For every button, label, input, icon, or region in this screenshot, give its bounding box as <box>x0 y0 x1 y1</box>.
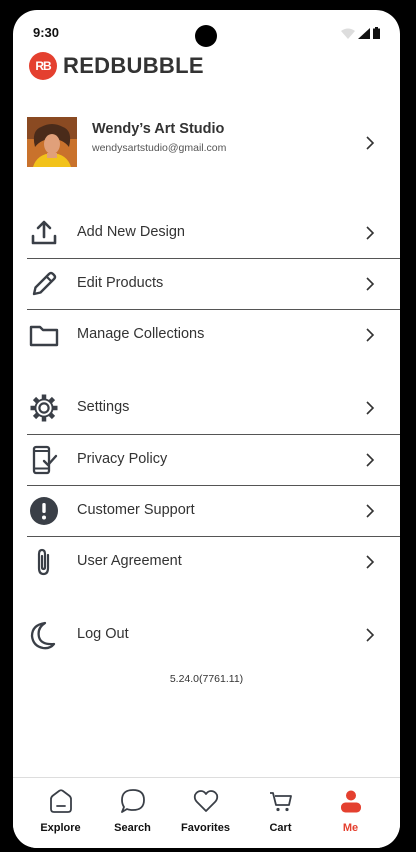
menu-label: Log Out <box>77 626 129 642</box>
tab-favorites[interactable]: Favorites <box>167 778 244 848</box>
brand-logo: RB REDBUBBLE <box>29 52 204 80</box>
profile-row[interactable]: Wendy’s Art Studio wendysartstudio@gmail… <box>13 112 400 172</box>
menu-item-edit-products[interactable]: Edit Products <box>13 259 400 309</box>
tab-cart[interactable]: Cart <box>242 778 319 848</box>
home-icon <box>50 789 72 813</box>
menu-item-settings[interactable]: Settings <box>13 383 400 433</box>
cart-icon <box>270 792 292 812</box>
menu-label: User Agreement <box>77 553 182 569</box>
tab-search[interactable]: Search <box>94 778 171 848</box>
menu-item-user-agreement[interactable]: User Agreement <box>13 537 400 587</box>
chevron-right-icon <box>366 628 375 642</box>
chevron-right-icon <box>366 328 375 342</box>
gear-icon <box>30 394 58 422</box>
chevron-right-icon <box>366 136 375 150</box>
profile-name: Wendy’s Art Studio <box>92 121 225 137</box>
tab-label: Me <box>342 822 359 834</box>
menu-item-customer-support[interactable]: Customer Support <box>13 486 400 536</box>
menu-item-manage-collections[interactable]: Manage Collections <box>13 310 400 360</box>
chevron-right-icon <box>366 277 375 291</box>
avatar <box>27 117 77 167</box>
folder-icon <box>29 325 59 347</box>
phone-check-icon <box>32 445 58 475</box>
signal-icon <box>358 27 370 39</box>
tab-explore[interactable]: Explore <box>22 778 99 848</box>
menu-label: Settings <box>77 399 130 415</box>
menu-item-add-new-design[interactable]: Add New Design <box>13 208 400 258</box>
status-bar: 9:30 <box>13 10 400 50</box>
chat-bubble-icon <box>121 789 145 813</box>
status-time: 9:30 <box>33 25 60 40</box>
pencil-icon <box>32 271 57 296</box>
menu-item-privacy-policy[interactable]: Privacy Policy <box>13 435 400 485</box>
menu-label: Edit Products <box>77 275 164 291</box>
tab-me[interactable]: Me <box>312 778 389 848</box>
phone-screen: 9:30 RB REDBUBBLE Wendy’s Art Studio wen… <box>13 10 400 848</box>
status-icons <box>341 27 380 39</box>
app-version: 5.24.0(7761.11) <box>169 673 244 685</box>
menu-label: Manage Collections <box>77 326 205 342</box>
menu-label: Privacy Policy <box>77 451 168 467</box>
chevron-right-icon <box>366 555 375 569</box>
heart-icon <box>193 790 219 812</box>
logo-text: REDBUBBLE <box>63 53 204 78</box>
menu-item-log-out[interactable]: Log Out <box>13 610 400 660</box>
tab-label: Cart <box>269 822 292 834</box>
logo-badge: RB <box>29 52 57 80</box>
chevron-right-icon <box>366 401 375 415</box>
chevron-right-icon <box>366 453 375 467</box>
profile-email: wendysartstudio@gmail.com <box>92 142 227 154</box>
battery-icon <box>373 27 380 39</box>
person-icon <box>341 790 361 813</box>
paperclip-icon <box>37 548 50 576</box>
chevron-right-icon <box>366 504 375 518</box>
wifi-icon <box>341 28 355 39</box>
upload-icon <box>31 220 57 245</box>
menu-label: Add New Design <box>77 224 185 240</box>
tab-label: Favorites <box>181 822 230 834</box>
chevron-right-icon <box>366 226 375 240</box>
camera-cutout <box>195 25 217 47</box>
tab-label: Explore <box>40 822 81 834</box>
bottom-tab-bar: Explore Search Favorites Cart Me <box>13 777 400 848</box>
menu-label: Customer Support <box>77 502 195 518</box>
alert-icon <box>30 497 58 525</box>
tab-label: Search <box>114 822 151 834</box>
moon-icon <box>30 621 56 650</box>
